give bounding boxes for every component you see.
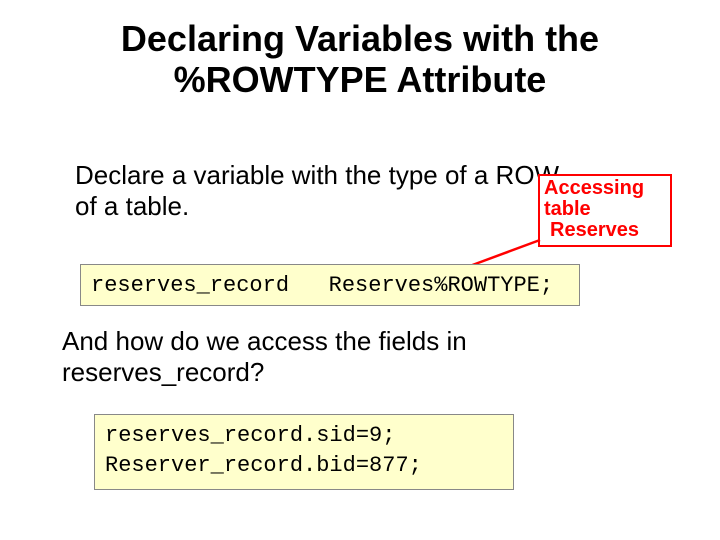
- annotation-line-2: table: [544, 199, 666, 220]
- intro-paragraph: Declare a variable with the type of a RO…: [75, 160, 570, 222]
- code-access-line-1: reserves_record.sid=9;: [105, 423, 395, 448]
- code-declaration-text: reserves_record Reserves%ROWTYPE;: [91, 273, 553, 298]
- title-line-1: Declaring Variables with the: [121, 18, 599, 59]
- slide-title: Declaring Variables with the %ROWTYPE At…: [0, 18, 720, 101]
- slide: Declaring Variables with the %ROWTYPE At…: [0, 0, 720, 540]
- annotation-callout: Accessing table Reserves: [538, 174, 672, 247]
- annotation-line-1: Accessing: [544, 178, 666, 199]
- annotation-line-3: Reserves: [544, 220, 666, 241]
- title-line-2: %ROWTYPE Attribute: [174, 59, 547, 100]
- question-paragraph: And how do we access the fields in reser…: [62, 326, 622, 388]
- code-access-line-2: Reserver_record.bid=877;: [105, 453, 422, 478]
- code-access-box: reserves_record.sid=9; Reserver_record.b…: [94, 414, 514, 490]
- code-declaration-box: reserves_record Reserves%ROWTYPE;: [80, 264, 580, 306]
